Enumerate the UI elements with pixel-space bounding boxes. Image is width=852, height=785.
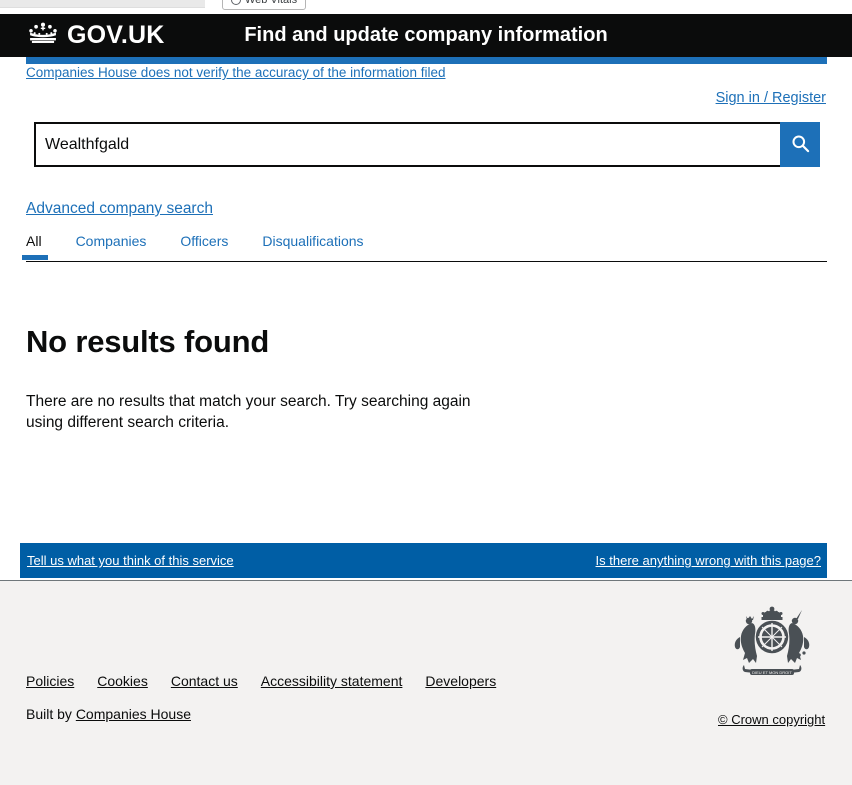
crown-copyright-link[interactable]: © Crown copyright [718, 712, 825, 727]
search-result-tabs: All Companies Officers Disqualifications [22, 233, 827, 262]
no-results-message: There are no results that match your sea… [26, 393, 471, 431]
search-icon [791, 134, 810, 156]
built-by-text: Built by Companies House [26, 706, 191, 722]
disclaimer-link[interactable]: Companies House does not verify the accu… [26, 65, 445, 80]
page-footer: Policies Cookies Contact us Accessibilit… [0, 580, 852, 785]
tab-disqualifications[interactable]: Disqualifications [262, 233, 363, 257]
footer-link-cookies[interactable]: Cookies [97, 673, 148, 689]
govuk-wordmark: GOV.UK [67, 21, 165, 49]
footer-link-list: Policies Cookies Contact us Accessibilit… [26, 673, 496, 689]
devtools-toolbar-sliver [0, 0, 205, 8]
feedback-banner: Tell us what you think of this service I… [20, 543, 827, 578]
refresh-circle-icon [230, 0, 241, 5]
footer-link-contact-us[interactable]: Contact us [171, 673, 238, 689]
govuk-header: GOV.UK Find and update company informati… [0, 14, 852, 57]
sign-in-register-link[interactable]: Sign in / Register [716, 90, 826, 106]
footer-link-accessibility-statement[interactable]: Accessibility statement [261, 673, 403, 689]
web-vitals-label: Web Vitals [244, 0, 298, 6]
royal-coat-of-arms-icon: DIEU ET MON DROIT [722, 603, 822, 685]
header-accent-bar [26, 57, 827, 64]
crown-icon [26, 21, 60, 50]
web-vitals-button[interactable]: Web Vitals [222, 0, 306, 10]
built-by-prefix: Built by [26, 706, 76, 722]
search-form [34, 122, 820, 167]
search-input[interactable] [34, 122, 780, 167]
companies-house-link[interactable]: Companies House [76, 706, 191, 722]
footer-link-developers[interactable]: Developers [425, 673, 496, 689]
feedback-service-link[interactable]: Tell us what you think of this service [27, 553, 234, 568]
tab-all[interactable]: All [22, 233, 47, 260]
page-title: No results found [26, 324, 270, 359]
tab-companies[interactable]: Companies [76, 233, 147, 257]
search-button[interactable] [780, 122, 820, 167]
report-problem-link[interactable]: Is there anything wrong with this page? [596, 553, 821, 568]
footer-link-policies[interactable]: Policies [26, 673, 74, 689]
govuk-home-link[interactable]: GOV.UK [26, 21, 165, 50]
advanced-company-search-link[interactable]: Advanced company search [26, 200, 213, 218]
tab-officers[interactable]: Officers [180, 233, 228, 257]
svg-text:DIEU ET MON DROIT: DIEU ET MON DROIT [752, 670, 792, 675]
